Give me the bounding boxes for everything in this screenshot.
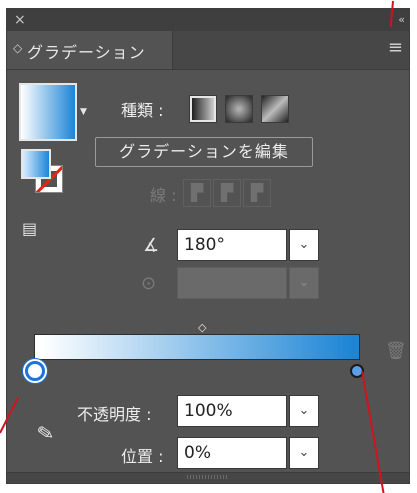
- reverse-gradient-icon[interactable]: ▤: [22, 219, 37, 238]
- fill-swatch[interactable]: [21, 149, 51, 179]
- gradient-slider[interactable]: [34, 334, 360, 360]
- panel-menu-icon[interactable]: ≡: [388, 37, 403, 58]
- color-stop-start[interactable]: [25, 361, 45, 381]
- tab-row: ◇ グラデーション ≡: [7, 31, 409, 70]
- resize-grip[interactable]: [7, 472, 409, 483]
- gradient-swatch[interactable]: [19, 83, 77, 141]
- eyedropper-icon[interactable]: ✎: [35, 420, 56, 447]
- position-label: 位置 :: [121, 447, 164, 466]
- linear-gradient-button[interactable]: [189, 95, 217, 123]
- stroke-along-icon: ▛: [213, 179, 241, 207]
- stroke-across-icon: ▛: [243, 179, 271, 207]
- angle-input[interactable]: 180°: [177, 229, 287, 261]
- delete-stop-icon: 🗑: [385, 341, 407, 361]
- collapse-icon[interactable]: ‹‹: [398, 11, 405, 29]
- edit-gradient-button[interactable]: グラデーションを編集: [95, 137, 313, 167]
- aspect-ratio-dropdown: ⌄: [289, 267, 319, 299]
- close-icon[interactable]: ×: [14, 11, 26, 29]
- opacity-input[interactable]: 100%: [177, 395, 287, 427]
- stroke-label: 線 :: [150, 186, 177, 205]
- opacity-dropdown[interactable]: ⌄: [289, 395, 319, 427]
- swatch-dropdown-icon[interactable]: ▼: [80, 107, 87, 117]
- gradient-panel: × ‹‹ ◇ グラデーション ≡ ▼ ▤ 種類 : グラデーションを編集 線 :…: [6, 8, 410, 484]
- angle-icon: ∡: [143, 235, 160, 256]
- aspect-ratio-icon: ⊙: [141, 273, 157, 294]
- opacity-label: 不透明度 :: [77, 405, 152, 424]
- stroke-within-icon: ▛: [183, 179, 211, 207]
- angle-dropdown[interactable]: ⌄: [289, 229, 319, 261]
- aspect-ratio-input: [177, 267, 287, 299]
- type-label: 種類 :: [121, 101, 164, 120]
- tab-gradient-label: グラデーション: [27, 43, 146, 62]
- position-input[interactable]: 0%: [177, 437, 287, 469]
- position-dropdown[interactable]: ⌄: [289, 437, 319, 469]
- panel-titlebar: × ‹‹: [7, 9, 409, 31]
- radial-gradient-button[interactable]: [225, 95, 253, 123]
- tab-toggle-icon[interactable]: ◇: [13, 41, 22, 55]
- midpoint-diamond[interactable]: ◇: [198, 321, 206, 334]
- freeform-gradient-button[interactable]: [261, 95, 289, 123]
- tab-gradient[interactable]: ◇ グラデーション: [7, 31, 173, 69]
